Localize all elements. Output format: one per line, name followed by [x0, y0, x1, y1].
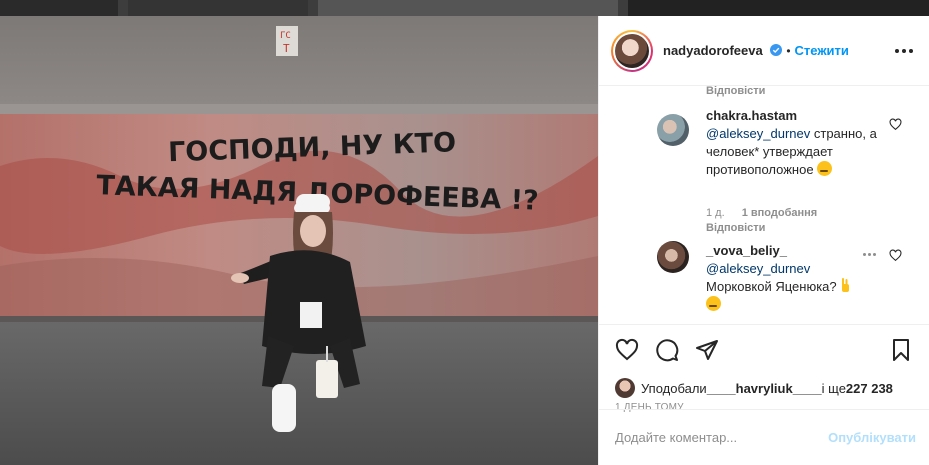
comment-text: Морковкой Яценюка?: [706, 279, 837, 294]
add-comment-bar: Опублікувати: [599, 409, 929, 465]
header-separator: •: [786, 43, 791, 58]
post-photo-image: ГС Т ГОСПОДИ, НУ КТО ТАКАЯ НАДЯ ДОРОФЕЕВ…: [0, 16, 598, 465]
post-panel: nadyadorofeeva • Стежити Відповісти chak…: [598, 16, 929, 465]
liker-avatar[interactable]: [615, 378, 635, 398]
comment-age: 1 д.: [706, 207, 725, 219]
comment-likes-count[interactable]: 1 вподобання: [742, 207, 817, 219]
save-bookmark-icon[interactable]: [889, 338, 913, 362]
likes-middle: і ще: [821, 380, 846, 396]
share-paper-plane-icon[interactable]: [695, 338, 719, 362]
background-thumbnail: [128, 0, 308, 16]
verified-badge-icon: [770, 44, 783, 56]
comment-meta: 1 д. 1 вподобання: [706, 207, 817, 219]
author-avatar-image: [615, 33, 649, 68]
reply-link[interactable]: Відповісти: [706, 86, 765, 97]
thinking-face-emoji-icon: [817, 161, 833, 176]
likes-summary: Уподобали ____havryliuk____ і ще 227 238: [599, 374, 929, 402]
comment-like-heart-icon[interactable]: [889, 118, 902, 131]
liker-username[interactable]: ____havryliuk____: [707, 381, 822, 396]
comment-username[interactable]: chakra.hastam: [706, 108, 797, 123]
like-heart-icon[interactable]: [615, 338, 639, 362]
background-thumbnail: [628, 0, 929, 16]
graffiti-tag: ГС: [280, 31, 291, 41]
comment-options-icon[interactable]: [863, 253, 876, 256]
reply-link[interactable]: Відповісти: [706, 222, 765, 234]
author-avatar[interactable]: [611, 29, 653, 72]
author-username[interactable]: nadyadorofeeva: [663, 43, 763, 58]
follow-button[interactable]: Стежити: [795, 43, 849, 58]
comment-bubble-icon[interactable]: [655, 338, 679, 362]
comment-mention[interactable]: @aleksey_durnev: [706, 261, 810, 276]
graffiti-tag: Т: [283, 42, 290, 55]
likes-prefix: Уподобали: [641, 380, 707, 396]
post-actions-bar: [599, 324, 929, 374]
commenter-avatar[interactable]: [657, 241, 689, 273]
comments-list[interactable]: Відповісти chakra.hastam @aleksey_durnev…: [599, 86, 929, 324]
comment-username[interactable]: _vova_beliy_: [706, 243, 787, 258]
comment: chakra.hastam @aleksey_durnev странно, а…: [706, 107, 886, 179]
winking-face-emoji-icon: [706, 296, 721, 311]
post-header: nadyadorofeeva • Стежити: [599, 16, 929, 86]
background-thumbnail: [318, 0, 618, 16]
victory-hand-emoji-icon: [842, 278, 850, 292]
background-thumbnail: [0, 0, 118, 16]
commenter-avatar[interactable]: [657, 114, 689, 146]
post-photo[interactable]: ГС Т ГОСПОДИ, НУ КТО ТАКАЯ НАДЯ ДОРОФЕЕВ…: [0, 16, 598, 465]
comment-like-heart-icon[interactable]: [889, 249, 902, 262]
post-modal: ГС Т ГОСПОДИ, НУ КТО ТАКАЯ НАДЯ ДОРОФЕЕВ…: [0, 16, 929, 465]
comment: _vova_beliy_ @aleksey_durnev Морковкой Я…: [706, 242, 866, 314]
comment-mention[interactable]: @aleksey_durnev: [706, 126, 810, 141]
more-options-icon[interactable]: [895, 48, 913, 53]
publish-button[interactable]: Опублікувати: [828, 430, 916, 445]
likes-count[interactable]: 227 238: [846, 381, 893, 396]
add-comment-input[interactable]: [615, 430, 829, 445]
